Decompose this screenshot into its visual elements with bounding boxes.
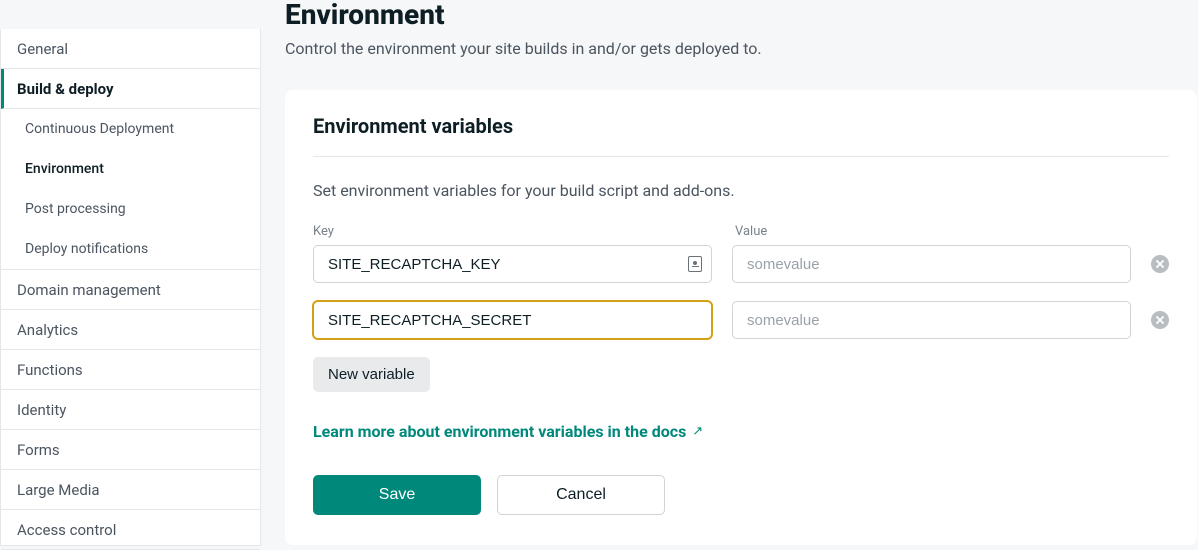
remove-row-button[interactable]: [1151, 255, 1169, 273]
sidebar-subitem-environment[interactable]: Environment: [1, 149, 260, 189]
key-column-label: Key: [313, 224, 715, 239]
sidebar-item-general[interactable]: General: [1, 29, 260, 69]
save-button[interactable]: Save: [313, 475, 481, 515]
sidebar-subitem-post-processing[interactable]: Post processing: [1, 189, 260, 229]
environment-variables-card: Environment variables Set environment va…: [285, 90, 1197, 545]
learn-more-link[interactable]: Learn more about environment variables i…: [313, 422, 703, 441]
sidebar-subitem-continuous-deployment[interactable]: Continuous Deployment: [1, 109, 260, 149]
sidebar-item-identity[interactable]: Identity: [1, 390, 260, 430]
sidebar-item-forms[interactable]: Forms: [1, 430, 260, 470]
sidebar-subitem-deploy-notifications[interactable]: Deploy notifications: [1, 229, 260, 269]
field-headers: Key Value: [313, 224, 1169, 239]
sidebar-item-build-deploy[interactable]: Build & deploy: [1, 69, 260, 109]
env-value-input[interactable]: [732, 245, 1131, 283]
sidebar-item-access-control[interactable]: Access control: [1, 510, 260, 550]
env-var-row: [313, 245, 1169, 283]
sidebar-subitems-build-deploy: Continuous Deployment Environment Post p…: [1, 109, 260, 270]
sidebar-item-functions[interactable]: Functions: [1, 350, 260, 390]
sidebar-item-analytics[interactable]: Analytics: [1, 310, 260, 350]
value-column-label: Value: [735, 224, 1137, 239]
cancel-button[interactable]: Cancel: [497, 475, 665, 515]
learn-more-text: Learn more about environment variables i…: [313, 422, 686, 441]
key-input-wrap: [313, 301, 712, 339]
env-value-input[interactable]: [732, 301, 1131, 339]
contact-card-icon: [688, 256, 702, 272]
env-var-row: [313, 301, 1169, 339]
external-link-icon: ↗: [692, 424, 703, 439]
page-subtitle: Control the environment your site builds…: [285, 39, 1198, 58]
close-icon: [1156, 260, 1164, 268]
settings-sidebar: General Build & deploy Continuous Deploy…: [0, 29, 261, 546]
sidebar-item-domain-management[interactable]: Domain management: [1, 270, 260, 310]
page-title: Environment: [285, 0, 1198, 31]
card-title: Environment variables: [313, 114, 1169, 138]
key-input-wrap: [313, 245, 712, 283]
action-buttons: Save Cancel: [313, 475, 1169, 515]
env-key-input[interactable]: [313, 245, 712, 283]
remove-row-button[interactable]: [1151, 311, 1169, 329]
new-variable-button[interactable]: New variable: [313, 357, 430, 392]
close-icon: [1156, 316, 1164, 324]
card-divider: [313, 156, 1169, 157]
value-input-wrap: [732, 245, 1131, 283]
sidebar-item-large-media[interactable]: Large Media: [1, 470, 260, 510]
env-key-input[interactable]: [313, 301, 712, 339]
card-description: Set environment variables for your build…: [313, 181, 1169, 200]
value-input-wrap: [732, 301, 1131, 339]
main-content: Environment Control the environment your…: [261, 0, 1198, 546]
